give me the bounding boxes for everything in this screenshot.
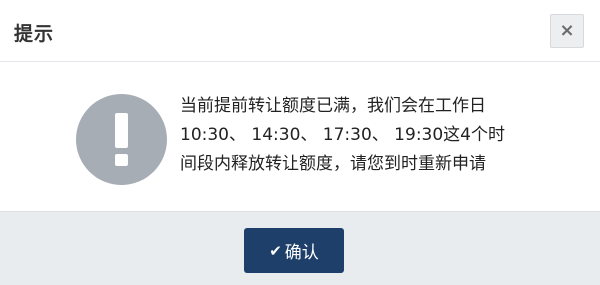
exclamation-circle-icon bbox=[76, 94, 167, 185]
dialog-title: 提示 bbox=[14, 23, 55, 45]
message-line: 10:30、 14:30、 17:30、 19:30这4个时 bbox=[180, 125, 505, 145]
dialog-footer: ✔ 确认 bbox=[0, 211, 600, 285]
dialog-header: 提示 × bbox=[0, 0, 600, 62]
message-line: 当前提前转让额度已满，我们会在工作日 bbox=[180, 96, 486, 116]
close-icon: × bbox=[559, 20, 575, 41]
message-line: 间段内释放转让额度，请您到时重新申请 bbox=[180, 154, 486, 174]
alert-dialog: 提示 × 当前提前转让额度已满，我们会在工作日 10:30、 14:30、 17… bbox=[0, 0, 600, 285]
close-button[interactable]: × bbox=[550, 14, 584, 48]
confirm-button-label: 确认 bbox=[284, 243, 319, 263]
check-icon: ✔ bbox=[269, 241, 282, 260]
dialog-message: 当前提前转让额度已满，我们会在工作日 10:30、 14:30、 17:30、 … bbox=[180, 92, 560, 179]
confirm-button[interactable]: ✔ 确认 bbox=[244, 228, 344, 273]
